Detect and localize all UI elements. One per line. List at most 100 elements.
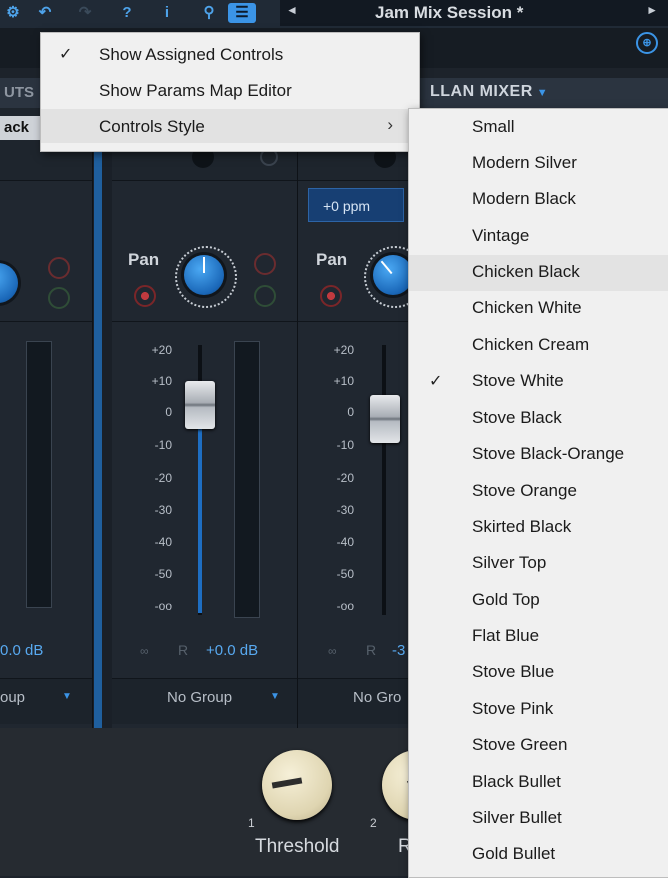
menu-item-label: Show Assigned Controls: [99, 45, 284, 64]
submenu-item-selected[interactable]: ✓ Stove White: [409, 364, 668, 400]
submenu-item-label: Stove Green: [472, 735, 568, 754]
submenu-item-label: Stove Blue: [472, 662, 555, 681]
scale-label: -50: [336, 567, 354, 581]
scale-label: +10: [333, 374, 354, 388]
strip-separator: [94, 108, 102, 728]
pan-knob[interactable]: [0, 263, 18, 303]
submenu-item[interactable]: Chicken White: [409, 291, 668, 327]
submenu-item-label: Gold Top: [472, 590, 540, 609]
submenu-item[interactable]: Stove Orange: [409, 474, 668, 510]
mute-button[interactable]: [254, 253, 276, 275]
chevron-down-icon: ▼: [62, 691, 72, 702]
submenu-item-label: Chicken White: [472, 298, 582, 317]
level-meter: [26, 341, 52, 608]
submenu-item-label: Small: [472, 117, 515, 136]
record-button[interactable]: [320, 285, 342, 307]
search-icon[interactable]: ⚲: [196, 3, 222, 23]
scale-label: -oo: [154, 599, 172, 613]
scale-label: -30: [154, 503, 172, 517]
volume-fader[interactable]: [370, 395, 400, 443]
session-title[interactable]: Jam Mix Session *: [375, 3, 523, 23]
group-selector[interactable]: No Gro: [298, 678, 418, 724]
mixer-title-text: LLAN MIXER: [430, 83, 533, 100]
db-row: ∞ R -3: [298, 628, 418, 678]
ppm-field[interactable]: +0 ppm: [308, 188, 404, 222]
session-bar: ◄ Jam Mix Session * ►: [280, 0, 668, 26]
next-session-button[interactable]: ►: [646, 3, 658, 17]
threshold-knob[interactable]: [262, 750, 332, 820]
solo-button[interactable]: [254, 285, 276, 307]
submenu-item-label: Stove Black: [472, 408, 562, 427]
pan-row: [0, 243, 92, 322]
submenu-item[interactable]: Stove Black: [409, 401, 668, 437]
info-icon[interactable]: i: [154, 3, 180, 23]
menu-item-controls-style[interactable]: Controls Style ›: [41, 109, 419, 143]
submenu-item-highlighted[interactable]: Chicken Black: [409, 255, 668, 291]
submenu-item[interactable]: Gold Top: [409, 583, 668, 619]
volume-fader[interactable]: [185, 381, 215, 429]
mixer-title[interactable]: LLAN MIXER ▼: [430, 83, 548, 101]
submenu-item[interactable]: Silver Top: [409, 546, 668, 582]
submenu-item-label: Flat Blue: [472, 626, 540, 645]
submenu-item[interactable]: Stove Black-Orange: [409, 437, 668, 473]
submenu-item-label: Black Bullet: [472, 772, 561, 791]
link-icon[interactable]: ∞: [328, 644, 337, 658]
submenu-item[interactable]: Flat Blue: [409, 619, 668, 655]
knob-number: 2: [370, 816, 377, 830]
scale-label: 0: [347, 405, 354, 419]
submenu-item[interactable]: Black Bullet: [409, 765, 668, 801]
group-label: No Group: [167, 689, 233, 706]
solo-button[interactable]: [48, 287, 70, 309]
db-value[interactable]: +0.0 dB: [206, 642, 258, 659]
scale-label: -10: [154, 438, 172, 452]
submenu-item[interactable]: Gold Bullet: [409, 837, 668, 873]
submenu-item-label: Silver Bullet: [472, 808, 562, 827]
group-selector[interactable]: No Group ▼: [112, 678, 297, 724]
db-value[interactable]: -3: [392, 642, 405, 659]
redo-icon[interactable]: ↷: [72, 3, 98, 23]
submenu-item-label: Modern Black: [472, 189, 576, 208]
submenu-item[interactable]: Vintage: [409, 219, 668, 255]
submenu-item[interactable]: Modern Silver: [409, 146, 668, 182]
channel-strip-1: Pan +20 +10 0 -10 -20 -30 -40 -50 -oo ∞ …: [112, 108, 298, 728]
submenu-item[interactable]: Stove Blue: [409, 655, 668, 691]
submenu-item-label: Stove Orange: [472, 481, 577, 500]
help-icon[interactable]: ?: [114, 3, 140, 23]
layout-icon[interactable]: ☰: [228, 3, 256, 23]
gear-icon[interactable]: ⚙: [0, 3, 26, 23]
group-label: oup: [0, 689, 26, 706]
pan-knob[interactable]: [373, 255, 413, 295]
pan-knob[interactable]: [184, 255, 224, 295]
db-row: ∞ R +0.0 dB: [112, 628, 297, 678]
record-button[interactable]: [134, 285, 156, 307]
submenu-item[interactable]: Stove Green: [409, 728, 668, 764]
menu-item-show-params-map-editor[interactable]: Show Params Map Editor: [41, 73, 419, 107]
knob-indicator: [271, 777, 303, 789]
submenu-item[interactable]: Chicken Cream: [409, 328, 668, 364]
link-icon[interactable]: ∞: [140, 644, 149, 658]
submenu-item[interactable]: Stove Pink: [409, 692, 668, 728]
outputs-label: UTS: [4, 84, 34, 101]
menu-item-label: Show Params Map Editor: [99, 81, 292, 100]
scale-label: +20: [333, 343, 354, 357]
submenu-item[interactable]: Modern Black: [409, 182, 668, 218]
power-icon[interactable]: ⊕: [636, 32, 658, 54]
submenu-item[interactable]: Silver Bullet: [409, 801, 668, 837]
pan-label: Pan: [316, 250, 348, 269]
submenu-item-label: Modern Silver: [472, 153, 577, 172]
preset-field[interactable]: ack: [0, 116, 44, 140]
menu-item-show-assigned-controls[interactable]: ✓ Show Assigned Controls: [41, 37, 419, 71]
submenu-item[interactable]: Small: [409, 110, 668, 146]
knob-indicator: [203, 257, 205, 273]
knob-indicator: [380, 260, 393, 275]
mute-button[interactable]: [48, 257, 70, 279]
db-value[interactable]: 0.0 dB: [0, 642, 43, 659]
fader-area: [0, 323, 92, 648]
group-selector[interactable]: oup ▼: [0, 678, 92, 724]
prev-session-button[interactable]: ◄: [286, 3, 298, 17]
submenu-item[interactable]: Skirted Black: [409, 510, 668, 546]
chevron-right-icon: ›: [387, 115, 393, 134]
check-icon: ✓: [59, 46, 73, 63]
submenu-item-label: Chicken Black: [472, 262, 580, 281]
undo-icon[interactable]: ↶: [32, 3, 58, 23]
